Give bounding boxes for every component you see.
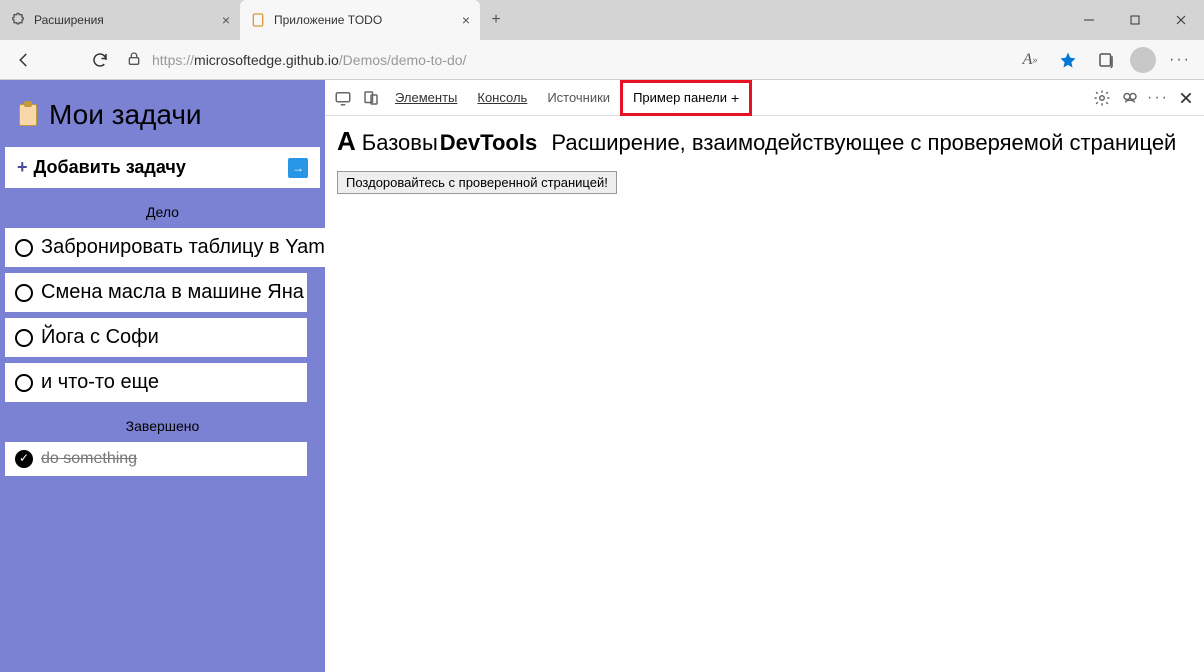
more-icon[interactable]: ··· — [1144, 84, 1172, 112]
app-title-row: Мои задачи — [5, 85, 320, 141]
inspect-icon[interactable] — [329, 84, 357, 112]
radio-icon[interactable] — [15, 329, 33, 347]
profile-avatar[interactable] — [1130, 47, 1156, 73]
section-todo-label: Дело — [5, 204, 320, 220]
radio-icon[interactable] — [15, 239, 33, 257]
url-text: https://microsoftedge.github.io/Demos/de… — [152, 52, 466, 68]
collections-button[interactable] — [1088, 42, 1124, 78]
document-icon — [250, 12, 266, 28]
read-aloud-button[interactable]: A» — [1012, 42, 1048, 78]
back-button[interactable] — [6, 42, 42, 78]
task-text: Смена масла в машине Яна — [41, 281, 304, 304]
task-text: Йога с Софи — [41, 326, 159, 349]
close-icon[interactable]: × — [222, 12, 230, 28]
tab-elements[interactable]: Элементы — [385, 80, 467, 116]
task-text: do something — [41, 450, 137, 468]
devtools-panel: Элементы Консоль Источники Пример панели… — [325, 80, 1204, 672]
browser-tab-extensions[interactable]: Расширения × — [0, 0, 240, 40]
task-item[interactable]: и что-то еще — [5, 363, 307, 402]
clipboard-icon — [19, 104, 37, 126]
close-window-button[interactable] — [1158, 0, 1204, 40]
window-caption-controls — [1066, 0, 1204, 40]
plus-icon: + — [17, 157, 28, 178]
close-icon[interactable]: × — [462, 12, 470, 28]
task-item[interactable]: Смена масла в машине Яна — [5, 273, 307, 312]
feedback-icon[interactable] — [1116, 84, 1144, 112]
check-circle-icon[interactable] — [15, 450, 33, 468]
radio-icon[interactable] — [15, 374, 33, 392]
section-done-label: Завершено — [5, 418, 320, 434]
task-item[interactable]: Йога с Софи — [5, 318, 307, 357]
greet-page-button[interactable]: Поздоровайтесь с проверенной страницей! — [337, 171, 617, 194]
minimize-button[interactable] — [1066, 0, 1112, 40]
device-toggle-icon[interactable] — [357, 84, 385, 112]
maximize-button[interactable] — [1112, 0, 1158, 40]
radio-icon[interactable] — [15, 284, 33, 302]
browser-title-bar: Расширения × Приложение TODO × + — [0, 0, 1204, 40]
todo-sidebar: Мои задачи + Добавить задачу → Дело Забр… — [0, 80, 325, 672]
close-devtools-button[interactable] — [1172, 84, 1200, 112]
lock-icon — [126, 51, 144, 69]
url-input[interactable]: https://microsoftedge.github.io/Demos/de… — [120, 44, 1010, 76]
tab-title: Расширения — [34, 13, 214, 27]
task-text: Забронировать таблицу в Yam Yam — [41, 236, 370, 259]
gear-icon[interactable] — [1088, 84, 1116, 112]
add-task-label: Добавить задачу — [34, 157, 186, 178]
menu-button[interactable]: ··· — [1162, 42, 1198, 78]
address-bar: https://microsoftedge.github.io/Demos/de… — [0, 40, 1204, 80]
new-tab-button[interactable]: + — [480, 0, 512, 40]
favorite-button[interactable] — [1050, 42, 1086, 78]
arrow-right-icon[interactable]: → — [288, 158, 308, 178]
devtools-tabbar: Элементы Консоль Источники Пример панели… — [325, 80, 1204, 116]
panel-heading: A БазовыDevTools Расширение, взаимодейст… — [337, 126, 1192, 157]
browser-tab-todo[interactable]: Приложение TODO × — [240, 0, 480, 40]
refresh-button[interactable] — [82, 42, 118, 78]
task-text: и что-то еще — [41, 371, 159, 394]
app-title: Мои задачи — [49, 99, 202, 131]
puzzle-icon — [10, 12, 26, 28]
tab-custom-panel[interactable]: Пример панели+ — [620, 80, 752, 116]
tab-title: Приложение TODO — [274, 13, 454, 27]
page-content: Мои задачи + Добавить задачу → Дело Забр… — [0, 80, 1204, 672]
add-task-button[interactable]: + Добавить задачу → — [5, 147, 320, 188]
tab-sources[interactable]: Источники — [537, 80, 620, 116]
tab-console[interactable]: Консоль — [467, 80, 537, 116]
task-item-done[interactable]: do something — [5, 442, 307, 476]
devtools-body: A БазовыDevTools Расширение, взаимодейст… — [325, 116, 1204, 194]
